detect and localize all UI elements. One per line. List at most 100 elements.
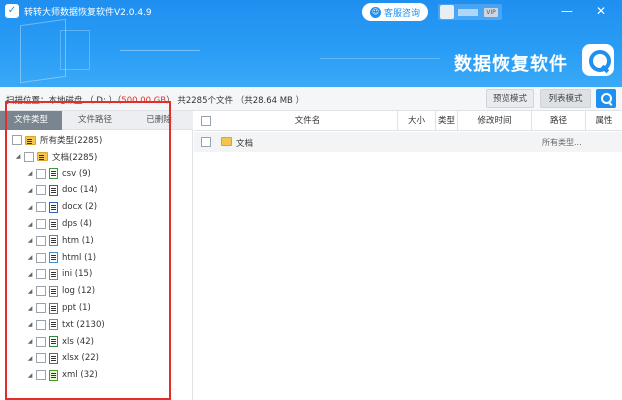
tree-checkbox[interactable] bbox=[36, 370, 46, 381]
tab-deleted[interactable]: 已删除 bbox=[128, 111, 190, 130]
column-type[interactable]: 类型 bbox=[436, 111, 458, 131]
list-mode-button[interactable]: 列表模式 bbox=[540, 89, 591, 108]
html-file-icon bbox=[49, 252, 58, 264]
tree-node-label: htm (1) bbox=[62, 235, 94, 246]
brand-search-icon bbox=[582, 44, 614, 76]
tree-node[interactable]: ◢ xlsx (22) bbox=[26, 350, 99, 366]
left-tabs: 文件类型 文件路径 已删除 bbox=[0, 111, 193, 130]
tree-node-label: html (1) bbox=[62, 252, 97, 263]
tree-checkbox[interactable] bbox=[36, 319, 46, 330]
ppt-file-icon bbox=[49, 302, 58, 314]
tree-checkbox[interactable] bbox=[12, 135, 22, 145]
tree-checkbox[interactable] bbox=[36, 168, 46, 179]
folder-icon bbox=[221, 137, 232, 146]
tree-checkbox[interactable] bbox=[36, 353, 46, 364]
tree-checkbox[interactable] bbox=[36, 303, 46, 313]
table-row[interactable]: 文档 所有类型... bbox=[194, 132, 622, 152]
user-account[interactable]: VIP bbox=[438, 4, 502, 20]
tree-node-label: csv (9) bbox=[62, 168, 91, 179]
disk-size: 500.00 GB bbox=[121, 96, 167, 106]
tree-node[interactable]: ◢ html (1) bbox=[26, 250, 96, 266]
expand-arrow-icon[interactable]: ◢ bbox=[26, 271, 34, 278]
header-decoration bbox=[320, 58, 440, 59]
app-title: 转转大师数据恢复软件V2.0.4.9 bbox=[24, 8, 152, 18]
tree-node[interactable]: ◢ xls (42) bbox=[26, 334, 94, 350]
tree-node-label: xlsx (22) bbox=[62, 353, 100, 364]
file-type-panel: 文件类型 文件路径 已删除 所有类型(2285) ◢ 文档(2285) ◢ csv (9… bbox=[0, 111, 193, 400]
tree-node-label: xml (32) bbox=[62, 370, 98, 381]
tree-node-label: txt (2130) bbox=[62, 319, 105, 330]
scan-location: 扫描位置：本地磁盘 （ D: ）（500.00 GB） 共2285个文件 （共2… bbox=[6, 94, 304, 106]
search-icon[interactable] bbox=[596, 89, 616, 108]
tree-node[interactable]: 所有类型(2285) bbox=[2, 132, 102, 148]
column-size[interactable]: 大小 bbox=[398, 111, 436, 131]
tree-node[interactable]: ◢ log (12) bbox=[26, 283, 95, 299]
tree-checkbox[interactable] bbox=[36, 336, 46, 347]
tree-node[interactable]: ◢ xml (32) bbox=[26, 367, 98, 383]
column-path[interactable]: 路径 bbox=[532, 111, 586, 131]
column-attributes[interactable]: 属性 bbox=[586, 111, 622, 131]
tree-node[interactable]: ◢ htm (1) bbox=[26, 233, 94, 249]
expand-arrow-icon[interactable]: ◢ bbox=[26, 204, 34, 211]
tree-checkbox[interactable] bbox=[36, 252, 46, 263]
tab-file-path[interactable]: 文件路径 bbox=[64, 111, 126, 130]
column-modified-time[interactable]: 修改时间 bbox=[458, 111, 532, 131]
file-list-panel: 文件名 大小 类型 修改时间 路径 属性 文档 所有类型... bbox=[194, 111, 622, 400]
expand-arrow-icon[interactable]: ◢ bbox=[26, 170, 34, 177]
scan-prefix: 扫描位置：本地磁盘 （ D: ）（ bbox=[6, 96, 122, 106]
support-label: 客服咨询 bbox=[383, 8, 420, 19]
expand-arrow-icon[interactable]: ◢ bbox=[26, 288, 34, 295]
expand-arrow-icon[interactable]: ◢ bbox=[26, 321, 34, 328]
tree-node[interactable]: ◢ csv (9) bbox=[26, 166, 91, 182]
app-header: ✓ 转转大师数据恢复软件V2.0.4.9 ☺ 客服咨询 VIP — ✕ 数据恢复… bbox=[0, 0, 622, 87]
tree-node[interactable]: ◢ docx (2) bbox=[26, 199, 97, 215]
tab-file-type[interactable]: 文件类型 bbox=[0, 111, 62, 130]
column-file-name[interactable]: 文件名 bbox=[218, 111, 398, 131]
header-decoration bbox=[60, 30, 90, 70]
tree-node[interactable]: ◢ dps (4) bbox=[26, 216, 92, 232]
tree-node-label: 文档(2285) bbox=[52, 152, 98, 163]
xls-file-icon bbox=[49, 336, 58, 348]
tree-node[interactable]: ◢ ppt (1) bbox=[26, 300, 91, 316]
tree-node[interactable]: ◢ ini (15) bbox=[26, 266, 92, 282]
expand-arrow-icon[interactable]: ◢ bbox=[26, 372, 34, 379]
expand-arrow-icon[interactable]: ◢ bbox=[26, 338, 34, 345]
header-decoration bbox=[120, 50, 200, 51]
folder-file-icon bbox=[25, 135, 36, 145]
expand-arrow-icon[interactable]: ◢ bbox=[14, 153, 22, 160]
tree-node-label: log (12) bbox=[62, 286, 96, 297]
expand-arrow-icon[interactable]: ◢ bbox=[26, 355, 34, 362]
tree-node[interactable]: ◢ doc (14) bbox=[26, 182, 97, 198]
tree-checkbox[interactable] bbox=[36, 269, 46, 280]
ini-file-icon bbox=[49, 268, 58, 280]
htm-file-icon bbox=[49, 235, 58, 247]
tree-node-label: docx (2) bbox=[62, 202, 98, 213]
expand-arrow-icon[interactable]: ◢ bbox=[26, 187, 34, 194]
tree-node[interactable]: ◢ txt (2130) bbox=[26, 317, 105, 333]
docx-file-icon bbox=[49, 201, 58, 213]
tree-checkbox[interactable] bbox=[36, 235, 46, 246]
expand-arrow-icon[interactable]: ◢ bbox=[26, 221, 34, 228]
row-file-name: 文档 bbox=[236, 139, 254, 149]
vip-badge: VIP bbox=[484, 8, 498, 17]
brand-text: 数据恢复软件 bbox=[454, 54, 568, 75]
close-button[interactable]: ✕ bbox=[590, 2, 612, 20]
tree-checkbox[interactable] bbox=[36, 219, 46, 229]
select-all-checkbox[interactable] bbox=[201, 116, 211, 126]
tree-node-label: doc (14) bbox=[62, 185, 98, 196]
expand-arrow-icon[interactable]: ◢ bbox=[26, 237, 34, 244]
tree-checkbox[interactable] bbox=[36, 185, 46, 196]
tree-checkbox[interactable] bbox=[36, 286, 46, 297]
table-header: 文件名 大小 类型 修改时间 路径 属性 bbox=[194, 111, 622, 131]
expand-arrow-icon[interactable]: ◢ bbox=[26, 254, 34, 261]
tree-checkbox[interactable] bbox=[36, 202, 46, 213]
scan-suffix: ） 共2285个文件 （共28.64 MB ） bbox=[166, 96, 305, 106]
support-button[interactable]: ☺ 客服咨询 bbox=[362, 3, 428, 21]
row-checkbox[interactable] bbox=[201, 137, 211, 147]
preview-mode-button[interactable]: 预览模式 bbox=[486, 89, 534, 108]
minimize-button[interactable]: — bbox=[556, 2, 578, 20]
expand-arrow-icon[interactable]: ◢ bbox=[26, 305, 34, 312]
tree-checkbox[interactable] bbox=[24, 151, 34, 162]
tree-node[interactable]: ◢ 文档(2285) bbox=[14, 149, 97, 165]
tree-node-label: ini (15) bbox=[62, 269, 93, 280]
